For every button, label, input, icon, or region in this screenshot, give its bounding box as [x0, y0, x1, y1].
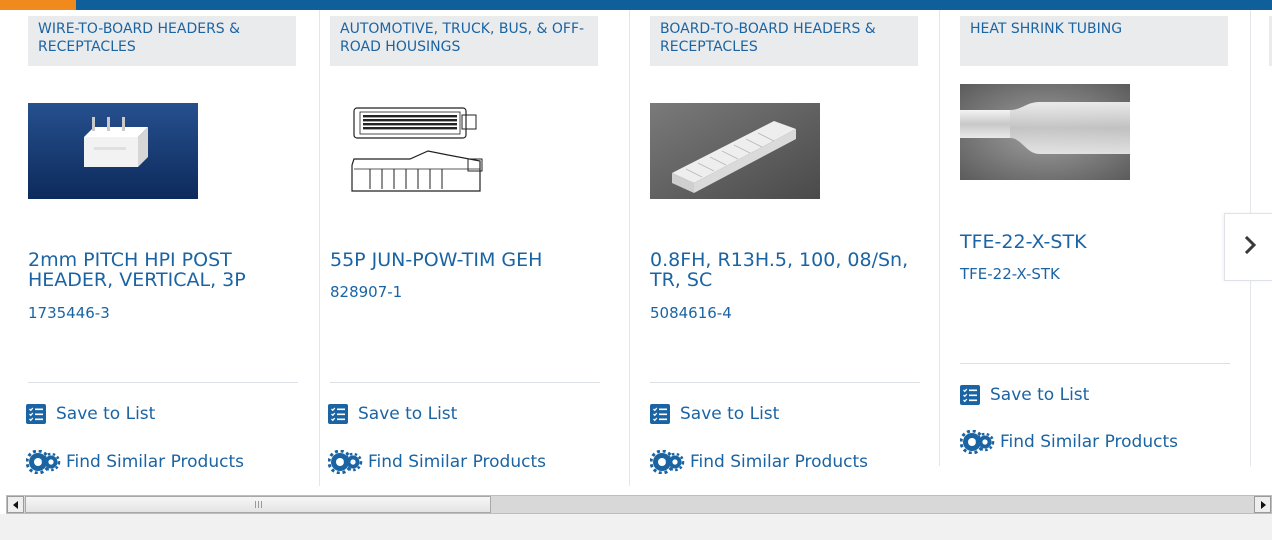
product-card-2: AUTOMOTIVE, TRUCK, BUS, & OFF-ROAD HOUSI… — [319, 10, 630, 486]
gears-icon — [328, 450, 364, 474]
save-to-list-label: Save to List — [358, 404, 458, 424]
find-similar-label: Find Similar Products — [368, 452, 546, 472]
top-accent-orange — [0, 0, 76, 10]
save-to-list-label: Save to List — [990, 385, 1090, 405]
product-thumbnail[interactable] — [960, 84, 1130, 180]
category-label[interactable]: AUTOMOTIVE, TRUCK, BUS, & OFF-ROAD HOUSI… — [330, 16, 598, 66]
find-similar-label: Find Similar Products — [1000, 432, 1178, 452]
product-thumbnail[interactable] — [650, 103, 820, 199]
save-to-list-button[interactable]: Save to List — [26, 404, 155, 424]
page-bottom-area — [0, 514, 1272, 540]
part-number-link[interactable]: 828907-1 — [330, 283, 402, 301]
gears-icon — [26, 450, 62, 474]
find-similar-products-button[interactable]: Find Similar Products — [960, 430, 1178, 454]
product-title-link[interactable]: TFE-22-X-STK — [960, 232, 1230, 252]
find-similar-products-button[interactable]: Find Similar Products — [328, 450, 546, 474]
category-label[interactable]: BOARD-TO-BOARD HEADERS & RECEPTACLES — [650, 16, 918, 66]
save-to-list-button[interactable]: Save to List — [328, 404, 457, 424]
gears-icon — [650, 450, 686, 474]
checklist-icon — [650, 404, 670, 424]
scroll-right-arrow[interactable] — [1254, 496, 1271, 513]
card-divider — [650, 382, 920, 383]
save-to-list-label: Save to List — [680, 404, 780, 424]
top-accent-bar — [0, 0, 1272, 10]
card-divider — [960, 363, 1230, 364]
find-similar-products-button[interactable]: Find Similar Products — [26, 450, 244, 474]
product-thumbnail[interactable] — [330, 103, 500, 199]
find-similar-label: Find Similar Products — [690, 452, 868, 472]
product-thumbnail[interactable] — [28, 103, 198, 199]
product-title-link[interactable]: 55P JUN-POW-TIM GEH — [330, 250, 600, 270]
part-number-link[interactable]: 5084616-4 — [650, 304, 732, 322]
category-label[interactable]: WIRE-TO-BOARD HEADERS & RECEPTACLES — [28, 16, 296, 66]
product-title-link[interactable]: 0.8FH, R13H.5, 100, 08/Sn, TR, SC — [650, 250, 920, 290]
find-similar-label: Find Similar Products — [66, 452, 244, 472]
category-label[interactable]: HEAT SHRINK TUBING — [960, 16, 1228, 66]
product-card-4: HEAT SHRINK TUBING TFE-22-X-STK TFE-22-X… — [939, 10, 1251, 466]
checklist-icon — [960, 385, 980, 405]
gears-icon — [960, 430, 996, 454]
scroll-left-arrow[interactable] — [7, 496, 24, 513]
save-to-list-button[interactable]: Save to List — [960, 385, 1089, 405]
card-divider — [28, 382, 298, 383]
part-number-link[interactable]: 1735446-3 — [28, 304, 110, 322]
find-similar-products-button[interactable]: Find Similar Products — [650, 450, 868, 474]
card-divider — [330, 382, 600, 383]
scrollbar-thumb[interactable] — [25, 496, 491, 513]
product-card-3: BOARD-TO-BOARD HEADERS & RECEPTACLES 0.8… — [629, 10, 940, 486]
product-title-link[interactable]: 2mm PITCH HPI POST HEADER, VERTICAL, 3P — [28, 250, 298, 290]
save-to-list-label: Save to List — [56, 404, 156, 424]
carousel-next-button[interactable] — [1224, 213, 1272, 281]
part-number-link[interactable]: TFE-22-X-STK — [960, 265, 1060, 283]
checklist-icon — [328, 404, 348, 424]
product-card-1: WIRE-TO-BOARD HEADERS & RECEPTACLES 2mm … — [18, 10, 318, 486]
checklist-icon — [26, 404, 46, 424]
chevron-right-icon — [1244, 235, 1258, 258]
horizontal-scrollbar[interactable] — [6, 495, 1272, 514]
save-to-list-button[interactable]: Save to List — [650, 404, 779, 424]
